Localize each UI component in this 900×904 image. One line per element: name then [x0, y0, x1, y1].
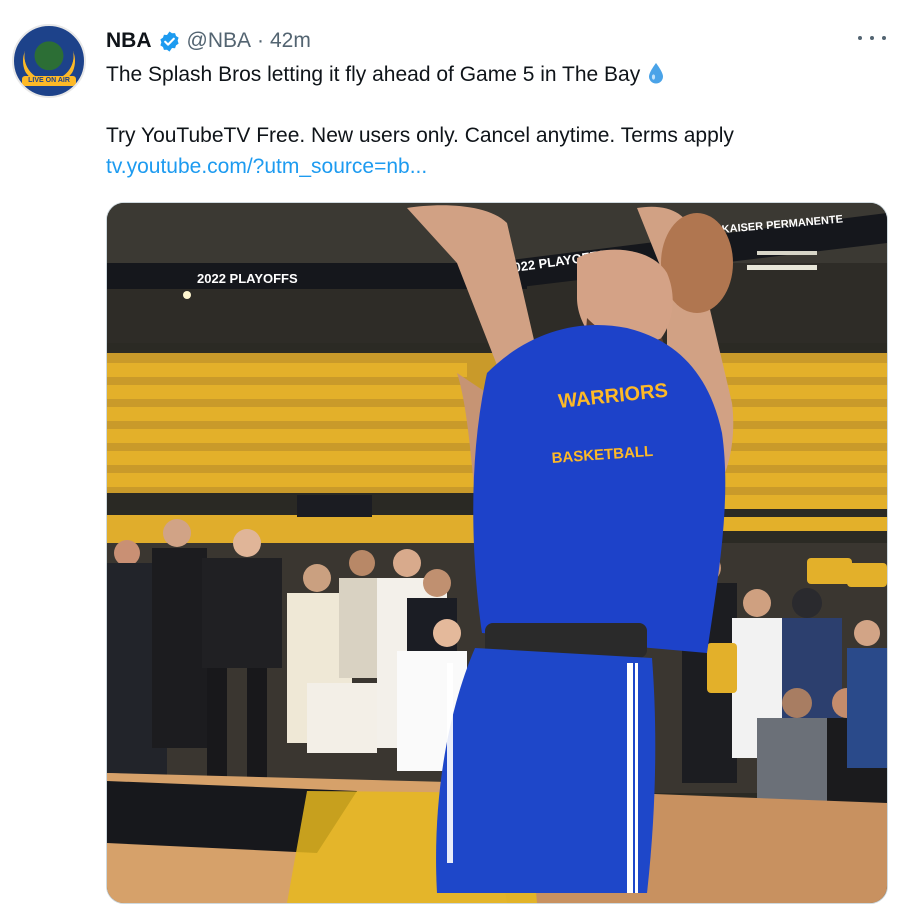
verified-badge-icon [159, 30, 179, 52]
more-options-icon[interactable] [858, 28, 886, 48]
avatar-ribbon: LIVE ON AIR [22, 76, 76, 86]
author-handle[interactable]: @NBA [187, 29, 252, 53]
tweet-card[interactable]: LIVE ON AIR NBA @NBA · 42m The Splash Br… [0, 0, 900, 904]
droplet-emoji-icon [649, 63, 664, 84]
timestamp[interactable]: 42m [270, 29, 311, 53]
banner-left-text: 2022 PLAYOFFS [197, 271, 298, 286]
tweet-text: The Splash Bros letting it fly ahead of … [106, 63, 641, 86]
tweet-text-line-1: The Splash Bros letting it fly ahead of … [106, 62, 664, 87]
tweet-media-photo[interactable]: 2022 PLAYOFFS 2022 PLAYOFFS KAISER PERMA… [106, 202, 888, 904]
tweet-ad-text: Try YouTubeTV Free. New users only. Canc… [106, 124, 734, 147]
separator-dot: · [257, 29, 264, 52]
tweet-link[interactable]: tv.youtube.com/?utm_source=nb... [106, 155, 427, 179]
tweet-header: NBA @NBA · 42m [106, 26, 311, 56]
avatar[interactable]: LIVE ON AIR [12, 24, 86, 98]
arena-scene: 2022 PLAYOFFS 2022 PLAYOFFS KAISER PERMA… [107, 203, 887, 903]
author-name[interactable]: NBA [106, 29, 152, 53]
